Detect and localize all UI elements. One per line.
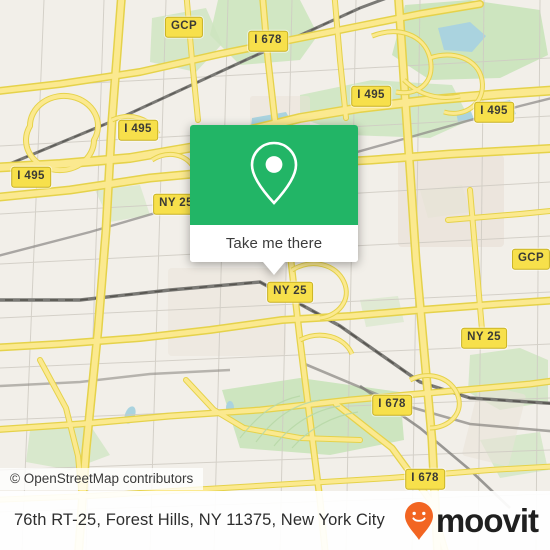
moovit-logo[interactable]: moovit: [404, 501, 539, 541]
road-shield: GCP: [164, 16, 204, 38]
card-action-area[interactable]: Take me there: [190, 225, 358, 262]
card-pointer: [263, 262, 285, 275]
address-label: 76th RT-25, Forest Hills, NY 11375, New …: [14, 511, 385, 529]
take-me-there-label: Take me there: [225, 235, 323, 252]
road-shield: I 678: [405, 468, 445, 490]
moovit-wordmark: moovit: [435, 502, 539, 539]
map-attribution[interactable]: © OpenStreetMap contributors: [0, 468, 204, 490]
map-pin-icon: [248, 140, 300, 211]
road-shield: I 678: [372, 394, 412, 416]
road-shield: I 495: [474, 101, 514, 123]
location-callout-card[interactable]: Take me there: [190, 125, 358, 275]
road-shield: NY 25: [267, 281, 313, 303]
road-shield: I 495: [351, 85, 391, 107]
road-shield: GCP: [511, 248, 550, 270]
road-shield: I 495: [118, 119, 158, 141]
moovit-map-screen: GCP I 678 I 495 I 495 I 495 I 495 NY 25 …: [0, 0, 550, 550]
footer-bar: 76th RT-25, Forest Hills, NY 11375, New …: [0, 491, 550, 550]
card-icon-area: [190, 125, 358, 225]
road-shield: NY 25: [461, 327, 507, 349]
moovit-pin-smile-icon: [404, 501, 434, 541]
road-shield: I 678: [248, 30, 288, 52]
road-shield: I 495: [11, 166, 51, 188]
card-body: Take me there: [190, 125, 358, 262]
